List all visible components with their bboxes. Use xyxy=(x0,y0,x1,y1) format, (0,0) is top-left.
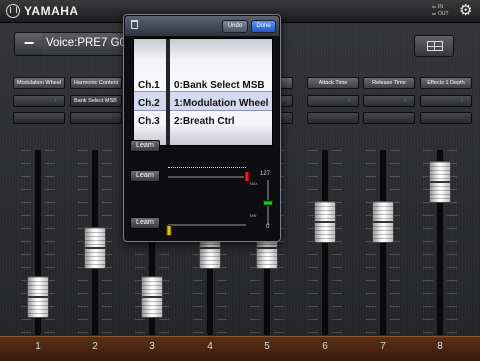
value-guide-line xyxy=(168,167,246,170)
picker-controller-1[interactable]: 0:Bank Select MSB xyxy=(174,80,265,91)
yamaha-logo-icon xyxy=(6,4,20,18)
picker-controller-3[interactable]: 2:Breath Ctrl xyxy=(174,116,235,127)
channel-number-5: 5 xyxy=(264,341,270,352)
selector-label-6[interactable]: Attack Time xyxy=(307,77,359,89)
picker-divider xyxy=(166,39,170,145)
fader-knob-7[interactable] xyxy=(372,201,394,244)
selector-assign-6[interactable]: › xyxy=(307,95,359,107)
learn-max-button[interactable]: Learn xyxy=(130,170,160,182)
channel-number-7: 7 xyxy=(380,341,386,352)
picker-controller-2[interactable]: 1:Modulation Wheel xyxy=(174,98,268,109)
fader-knob-1[interactable] xyxy=(27,275,49,318)
voice-display[interactable]: Voice:PRE7 G08: xyxy=(42,32,132,56)
fader-knob-3[interactable] xyxy=(141,275,163,318)
picker-channel-1[interactable]: Ch.1 xyxy=(138,80,160,91)
selector-extra-1[interactable] xyxy=(13,112,65,124)
picker-channel-2[interactable]: Ch.2 xyxy=(138,98,160,109)
selector-extra-7[interactable] xyxy=(363,112,415,124)
picker-channel-3[interactable]: Ch.3 xyxy=(138,116,160,127)
channel-number-6: 6 xyxy=(322,341,328,352)
fader-knob-6[interactable] xyxy=(314,201,336,244)
gear-icon[interactable]: ⚙ xyxy=(459,3,472,19)
max-range-track xyxy=(168,176,246,178)
channel-number-4: 4 xyxy=(207,341,213,352)
learn-button[interactable]: Learn xyxy=(130,140,160,152)
controller-assign-popover: Undo Done Ch.1 0:Bank Select MSB Ch.2 1:Mod… xyxy=(123,14,281,242)
selector-assign-8[interactable]: › xyxy=(420,95,472,107)
chevron-right-icon: › xyxy=(348,97,351,104)
selector-label-2[interactable]: Harmonic Content xyxy=(70,77,122,89)
learn-min-button[interactable]: Learn xyxy=(130,217,160,229)
voice-minus-button[interactable]: − xyxy=(14,32,44,56)
selector-assign-1[interactable]: › xyxy=(13,95,65,107)
max-tiny-label: MAX xyxy=(250,182,258,186)
selector-extra-8[interactable] xyxy=(420,112,472,124)
chevron-right-icon: › xyxy=(111,97,114,104)
grid-icon xyxy=(427,41,443,51)
min-tiny-label: MIN xyxy=(250,214,257,218)
done-button[interactable]: Done xyxy=(251,20,276,33)
controller-picker[interactable]: Ch.1 0:Bank Select MSB Ch.2 1:Modulation Wh… xyxy=(133,38,273,146)
selector-label-7[interactable]: Release Time xyxy=(363,77,415,89)
out-led-icon xyxy=(432,12,436,15)
min-slider-handle[interactable] xyxy=(166,225,172,236)
min-value-label: 0 xyxy=(266,224,270,230)
max-value-label: 127 xyxy=(260,171,271,177)
chevron-right-icon: › xyxy=(404,97,407,104)
io-out-label: OUT xyxy=(438,11,449,17)
channel-number-3: 3 xyxy=(149,341,155,352)
layout-toggle-button[interactable] xyxy=(414,35,454,57)
selector-assign-7[interactable]: › xyxy=(363,95,415,107)
channel-number-8: 8 xyxy=(437,341,443,352)
max-slider-handle[interactable] xyxy=(244,171,250,182)
value-slider-handle[interactable] xyxy=(263,200,273,206)
selector-assign-2[interactable]: Bank Select MSB › xyxy=(70,95,122,107)
trash-icon[interactable] xyxy=(131,20,138,29)
brand-logo: YAMAHA xyxy=(24,4,79,18)
io-in-label: IN xyxy=(438,4,443,10)
in-led-icon xyxy=(432,5,436,8)
chevron-right-icon: › xyxy=(54,97,57,104)
selector-label-8[interactable]: Effects 1 Depth xyxy=(420,77,472,89)
selector-extra-6[interactable] xyxy=(307,112,359,124)
undo-button[interactable]: Undo xyxy=(222,20,248,33)
channel-number-2: 2 xyxy=(92,341,98,352)
fader-knob-8[interactable] xyxy=(429,161,451,204)
selector-label-1[interactable]: Modulation Wheel xyxy=(13,77,65,89)
wood-panel xyxy=(0,336,480,361)
midi-io-indicator: IN OUT xyxy=(432,4,449,18)
popover-header: Undo Done xyxy=(125,16,279,36)
chevron-right-icon: › xyxy=(282,97,285,104)
min-range-track xyxy=(168,224,246,226)
selector-extra-2[interactable] xyxy=(70,112,122,124)
channel-number-1: 1 xyxy=(35,341,41,352)
fader-knob-2[interactable] xyxy=(84,227,106,270)
chevron-right-icon: › xyxy=(461,97,464,104)
